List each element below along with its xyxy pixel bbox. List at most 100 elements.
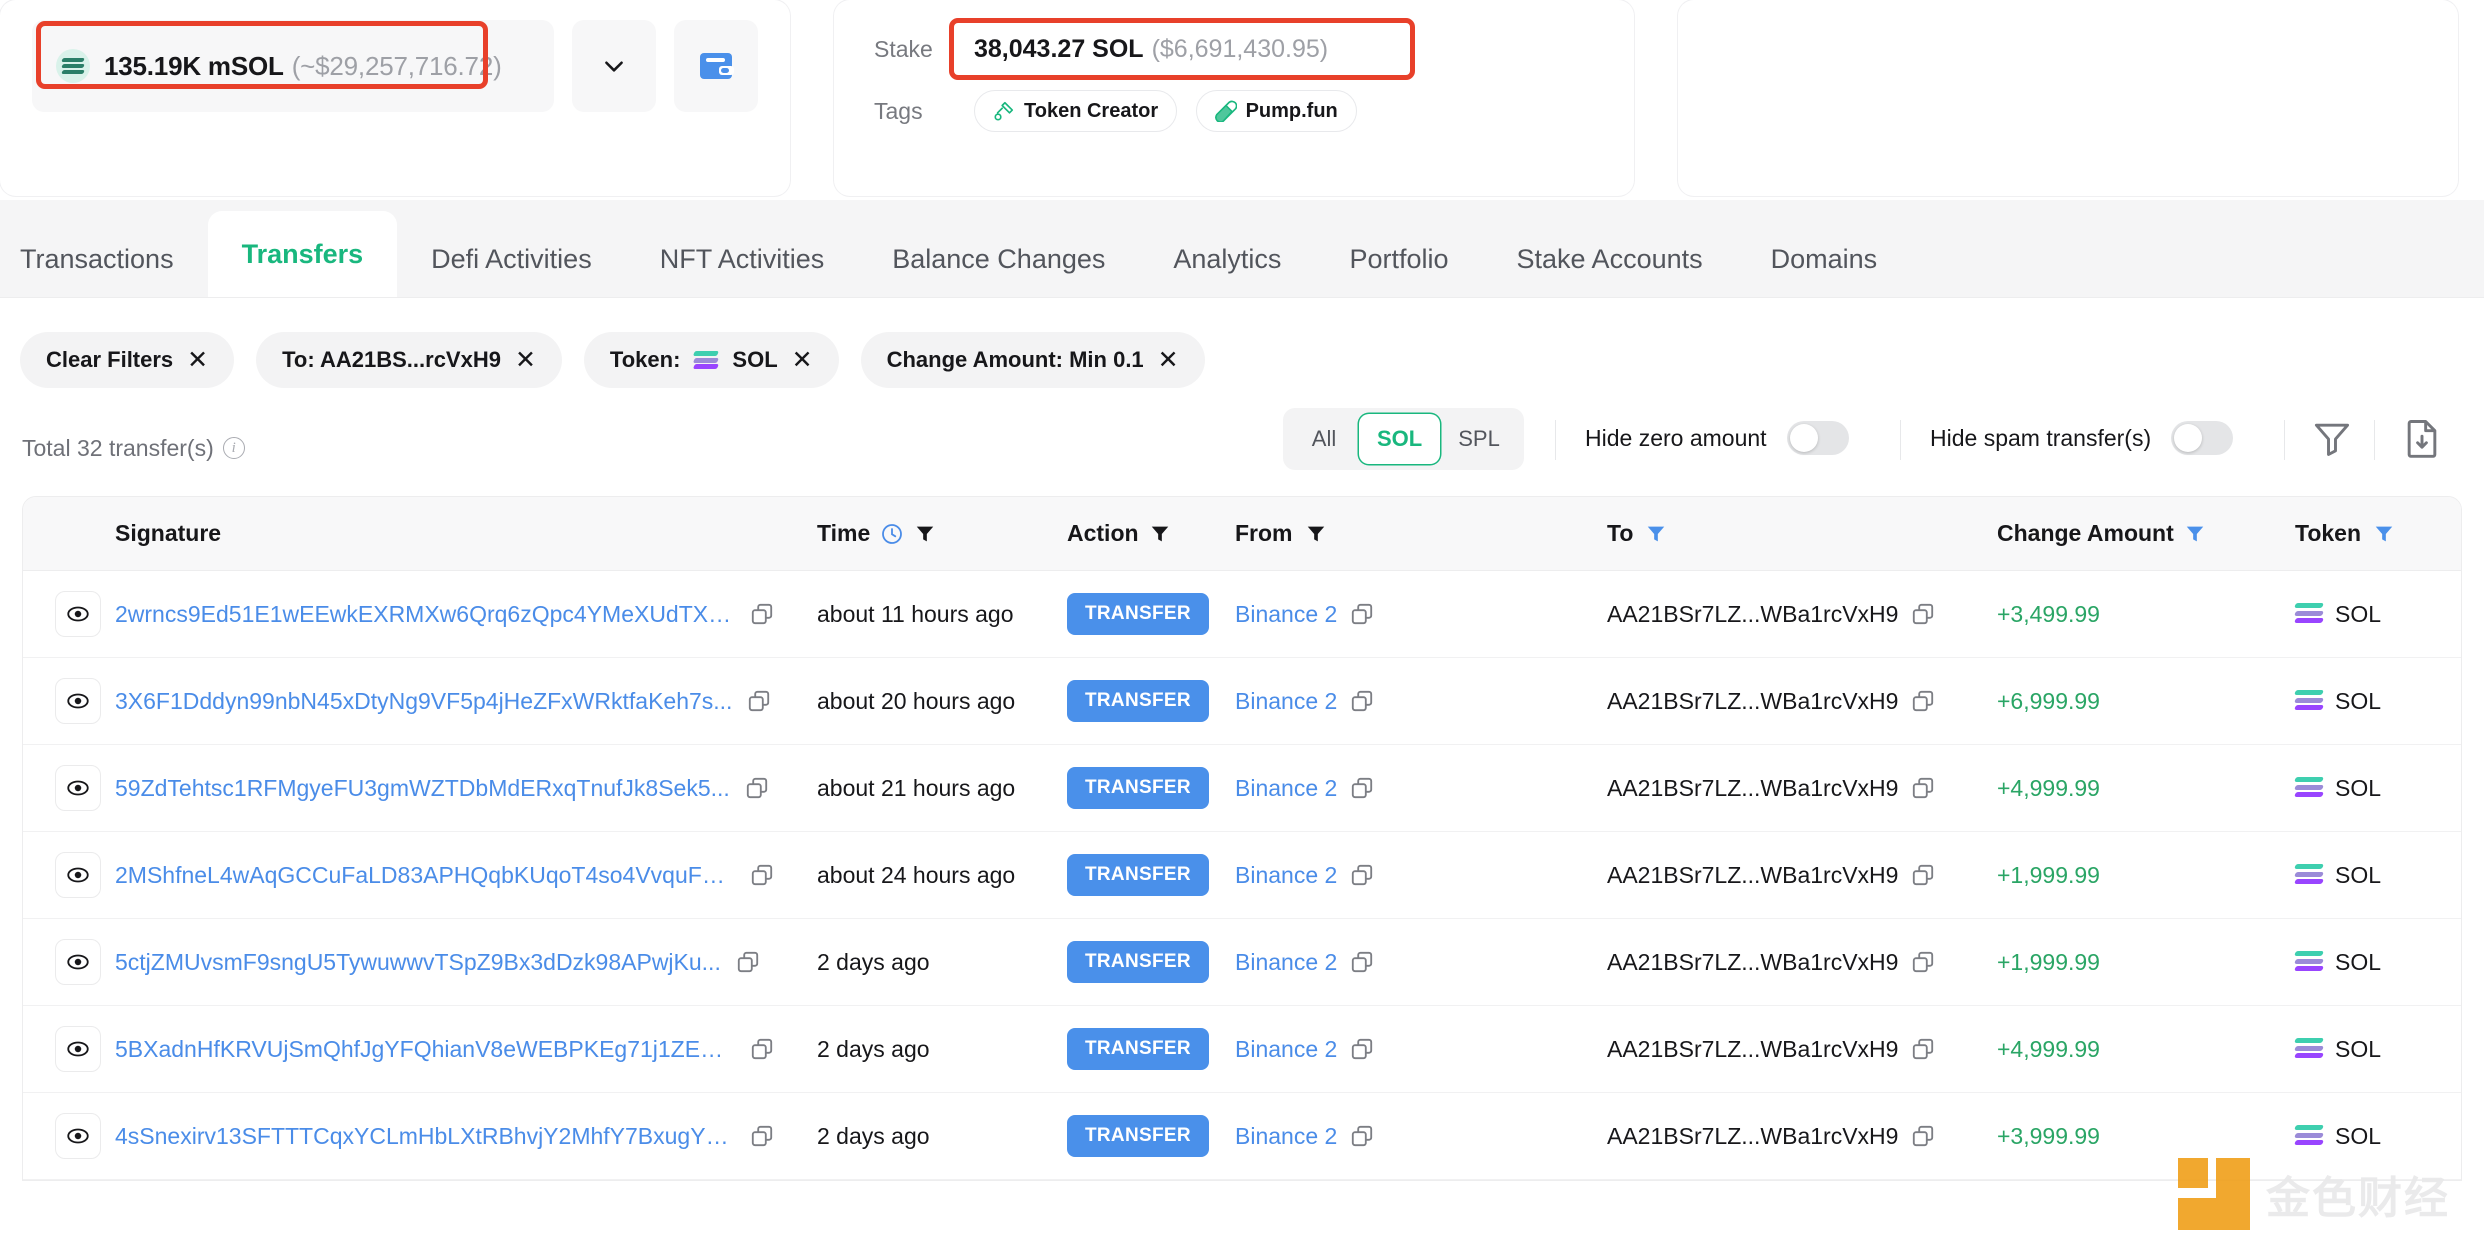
action-badge[interactable]: TRANSFER bbox=[1067, 1115, 1209, 1157]
hide-zero-amount-toggle[interactable] bbox=[1786, 421, 1849, 455]
hide-spam-transfers-toggle[interactable] bbox=[2171, 421, 2234, 455]
view-details-button[interactable] bbox=[55, 1026, 101, 1072]
from-link[interactable]: Binance 2 bbox=[1235, 862, 1337, 889]
token-balance-selector[interactable]: 135.19K mSOL (~$29,257,716.72) bbox=[32, 20, 554, 112]
chip-filter-change-amount[interactable]: Change Amount: Min 0.1 ✕ bbox=[860, 332, 1205, 388]
from-link[interactable]: Binance 2 bbox=[1235, 1036, 1337, 1063]
chip-filter-to-address[interactable]: To: AA21BS...rcVxH9 ✕ bbox=[256, 332, 562, 388]
copy-icon[interactable] bbox=[1910, 1123, 1936, 1149]
copy-icon[interactable] bbox=[749, 1123, 775, 1149]
from-link[interactable]: Binance 2 bbox=[1235, 601, 1337, 628]
copy-icon[interactable] bbox=[1910, 1036, 1936, 1062]
signature-link[interactable]: 3X6F1Dddyn99nbN45xDtyNg9VF5p4jHeZFxWRktf… bbox=[115, 688, 732, 715]
tag-pump-fun[interactable]: Pump.fun bbox=[1195, 90, 1357, 132]
row-amount-cell: +4,999.99 bbox=[1997, 1036, 2295, 1063]
tab-stake-accounts[interactable]: Stake Accounts bbox=[1483, 221, 1737, 297]
action-badge[interactable]: TRANSFER bbox=[1067, 941, 1209, 983]
signature-link[interactable]: 5ctjZMUvsmF9sngU5TywuwwvTSpZ9Bx3dDzk98AP… bbox=[115, 949, 721, 976]
view-details-button[interactable] bbox=[55, 1113, 101, 1159]
tag-token-creator[interactable]: Token Creator bbox=[974, 90, 1178, 132]
signature-link[interactable]: 5BXadnHfKRVUjSmQhfJgYFQhianV8eWEBPKEg71j… bbox=[115, 1036, 735, 1063]
signature-link[interactable]: 4sSnexirv13SFTTTCqxYCLmHbLXtRBhvjY2MhfY7… bbox=[115, 1123, 735, 1150]
view-details-button[interactable] bbox=[55, 765, 101, 811]
tab-analytics[interactable]: Analytics bbox=[1139, 221, 1315, 297]
row-time-cell: about 21 hours ago bbox=[817, 775, 1067, 802]
table-row: 3X6F1Dddyn99nbN45xDtyNg9VF5p4jHeZFxWRktf… bbox=[23, 658, 2461, 745]
copy-icon[interactable] bbox=[1910, 775, 1936, 801]
action-badge[interactable]: TRANSFER bbox=[1067, 854, 1209, 896]
copy-icon[interactable] bbox=[749, 601, 775, 627]
copy-icon[interactable] bbox=[1349, 949, 1375, 975]
tab-balance-changes[interactable]: Balance Changes bbox=[858, 221, 1139, 297]
filter-icon-active[interactable] bbox=[1645, 523, 1667, 545]
copy-icon[interactable] bbox=[1349, 1036, 1375, 1062]
copy-icon[interactable] bbox=[1349, 688, 1375, 714]
copy-icon[interactable] bbox=[1910, 688, 1936, 714]
chip-clear-filters[interactable]: Clear Filters ✕ bbox=[20, 332, 235, 388]
segment-all[interactable]: All bbox=[1289, 414, 1359, 464]
signature-link[interactable]: 2MShfneL4wAqGCCuFaLD83APHQqbKUqoT4so4Vvq… bbox=[115, 862, 735, 889]
filter-icon-active[interactable] bbox=[2373, 523, 2395, 545]
copy-icon[interactable] bbox=[1910, 601, 1936, 627]
from-link[interactable]: Binance 2 bbox=[1235, 949, 1337, 976]
tab-portfolio[interactable]: Portfolio bbox=[1315, 221, 1482, 297]
close-icon[interactable]: ✕ bbox=[1158, 347, 1179, 373]
copy-icon[interactable] bbox=[1349, 601, 1375, 627]
stake-usd-value: ($6,691,430.95) bbox=[1151, 34, 1329, 63]
header-label: Token bbox=[2295, 520, 2362, 546]
action-badge[interactable]: TRANSFER bbox=[1067, 767, 1209, 809]
from-link[interactable]: Binance 2 bbox=[1235, 688, 1337, 715]
tag-label: Token Creator bbox=[1024, 99, 1159, 122]
tab-domains[interactable]: Domains bbox=[1737, 221, 1912, 297]
filter-icon[interactable] bbox=[1149, 523, 1171, 545]
copy-icon[interactable] bbox=[1349, 862, 1375, 888]
filter-button[interactable] bbox=[2310, 416, 2354, 465]
close-icon[interactable]: ✕ bbox=[187, 347, 208, 373]
row-signature-cell: 5BXadnHfKRVUjSmQhfJgYFQhianV8eWEBPKEg71j… bbox=[115, 1036, 817, 1063]
tab-transfers[interactable]: Transfers bbox=[207, 211, 398, 297]
row-token-cell: SOL bbox=[2293, 949, 2461, 976]
row-view-cell bbox=[23, 591, 115, 637]
filter-icon-active[interactable] bbox=[2184, 523, 2206, 545]
copy-icon[interactable] bbox=[749, 1036, 775, 1062]
balance-dropdown-button[interactable] bbox=[572, 20, 656, 112]
filter-icon[interactable] bbox=[1305, 523, 1327, 545]
copy-icon[interactable] bbox=[744, 775, 770, 801]
action-badge[interactable]: TRANSFER bbox=[1067, 680, 1209, 722]
segment-sol[interactable]: SOL bbox=[1359, 414, 1441, 464]
action-badge[interactable]: TRANSFER bbox=[1067, 593, 1209, 635]
copy-icon[interactable] bbox=[1910, 862, 1936, 888]
filter-icon[interactable] bbox=[914, 523, 936, 545]
segment-spl[interactable]: SPL bbox=[1440, 414, 1518, 464]
copy-icon[interactable] bbox=[746, 688, 772, 714]
tab-defi-activities[interactable]: Defi Activities bbox=[397, 221, 626, 297]
token-name: SOL bbox=[2335, 1122, 2382, 1149]
download-button[interactable] bbox=[2400, 416, 2444, 465]
copy-icon[interactable] bbox=[735, 949, 761, 975]
copy-icon[interactable] bbox=[749, 862, 775, 888]
copy-icon[interactable] bbox=[1910, 949, 1936, 975]
wallet-button[interactable] bbox=[674, 20, 758, 112]
view-details-button[interactable] bbox=[55, 852, 101, 898]
copy-icon[interactable] bbox=[1349, 1123, 1375, 1149]
info-icon[interactable]: i bbox=[222, 437, 245, 459]
from-link[interactable]: Binance 2 bbox=[1235, 775, 1337, 802]
close-icon[interactable]: ✕ bbox=[515, 347, 536, 373]
time-text: 2 days ago bbox=[817, 948, 930, 975]
row-time-cell: 2 days ago bbox=[817, 1036, 1067, 1063]
tab-transactions[interactable]: Transactions bbox=[20, 221, 208, 297]
view-details-button[interactable] bbox=[55, 678, 101, 724]
eye-icon bbox=[67, 780, 89, 796]
signature-link[interactable]: 2wrncs9Ed51E1wEEwkEXRMXw6Qrq6zQpc4YMeXUd… bbox=[115, 601, 735, 628]
close-icon[interactable]: ✕ bbox=[792, 347, 813, 373]
action-badge[interactable]: TRANSFER bbox=[1067, 1028, 1209, 1070]
clock-icon[interactable] bbox=[880, 522, 904, 546]
tab-nft-activities[interactable]: NFT Activities bbox=[626, 221, 859, 297]
chip-filter-token[interactable]: Token: SOL ✕ bbox=[583, 332, 839, 388]
copy-icon[interactable] bbox=[1349, 775, 1375, 801]
view-details-button[interactable] bbox=[55, 939, 101, 985]
from-link[interactable]: Binance 2 bbox=[1235, 1123, 1337, 1150]
signature-link[interactable]: 59ZdTehtsc1RFMgyeFU3gmWZTDbMdERxqTnufJk8… bbox=[115, 775, 730, 802]
table-row: 5BXadnHfKRVUjSmQhfJgYFQhianV8eWEBPKEg71j… bbox=[23, 1006, 2461, 1093]
view-details-button[interactable] bbox=[55, 591, 101, 637]
